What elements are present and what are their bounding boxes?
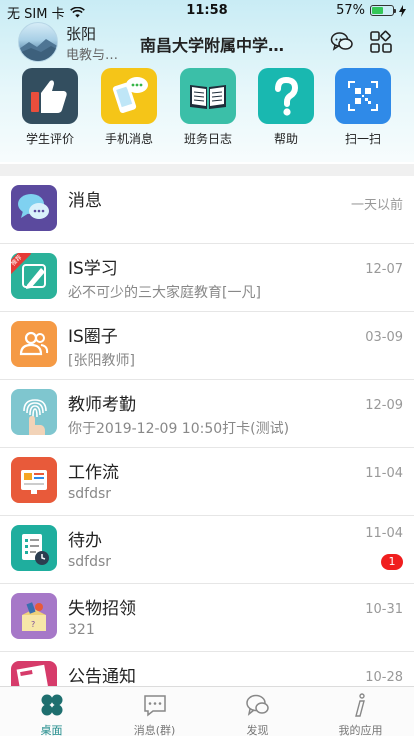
user-role: 电教与… <box>66 48 119 63</box>
list-item-messages[interactable]: 消息 一天以前 <box>0 176 414 244</box>
tab-my-apps[interactable]: 我的应用 <box>309 687 412 736</box>
discover-icon <box>246 694 269 716</box>
list-item-subtitle: sdfdsr <box>68 486 112 502</box>
quick-phone-message[interactable]: 手机消息 <box>89 68 169 147</box>
user-row: 张阳 电教与… 南昌大学附属中学… <box>0 20 414 64</box>
list-item-time: 11-04 <box>365 466 403 481</box>
lost-found-icon: ? <box>11 593 57 639</box>
list-item-is-learning[interactable]: 推荐 IS学习 必不可少的三大家庭教育[一凡] 12-07 <box>0 244 414 312</box>
battery-fill <box>372 7 384 14</box>
quick-label: 班务日志 <box>183 132 232 146</box>
message-group-icon <box>144 695 166 717</box>
chat-icon[interactable] <box>330 30 354 54</box>
list-item-title: 消息 <box>68 191 102 211</box>
battery-icon <box>370 5 396 16</box>
list-item-title: 教师考勤 <box>68 395 136 415</box>
list-item-is-circle[interactable]: IS圈子 [张阳教师] 03-09 <box>0 312 414 380</box>
list-item-subtitle: [张阳教师] <box>68 353 135 369</box>
list-item-title: IS圈子 <box>68 327 118 347</box>
status-right: 57% <box>336 3 406 18</box>
avatar-landscape-icon <box>19 39 57 61</box>
user-name[interactable]: 张阳 <box>66 23 96 44</box>
list-item-title: 工作流 <box>68 463 119 483</box>
list-item-time: 12-09 <box>365 398 403 413</box>
battery-tip <box>394 9 396 13</box>
quick-scan[interactable]: 扫一扫 <box>323 68 403 147</box>
quick-label: 帮助 <box>273 132 298 146</box>
avatar[interactable] <box>18 22 58 62</box>
desktop-icon <box>41 694 63 716</box>
qr-scan-icon <box>335 68 391 124</box>
tab-desktop[interactable]: 桌面 <box>0 687 103 736</box>
quick-class-log[interactable]: 班务日志 <box>168 68 248 147</box>
list-item-title: 失物招领 <box>68 599 136 619</box>
help-icon <box>258 68 314 124</box>
unread-badge: 1 <box>381 554 403 570</box>
quick-actions: 学生评价 手机消息 班务日志 帮助 扫一扫 <box>0 68 414 152</box>
list-item-time: 11-04 <box>365 526 403 541</box>
tab-label: 发现 <box>246 724 269 736</box>
workflow-icon <box>11 457 57 503</box>
apps-grid-icon[interactable] <box>369 30 393 54</box>
list-item-todo[interactable]: 待办 sdfdsr 11-04 1 <box>0 516 414 584</box>
list-item-title: IS学习 <box>68 259 118 279</box>
phone-message-icon <box>101 68 157 124</box>
tab-label: 消息(群) <box>133 724 176 736</box>
header: 无 SIM 卡 11:58 57% 张阳 电教与… 南昌大学附属中学… 学生评价… <box>0 0 414 162</box>
chat-bubbles-icon <box>11 185 57 231</box>
list-item-title: 公告通知 <box>68 667 136 686</box>
charging-icon <box>399 4 406 17</box>
quick-label: 学生评价 <box>25 132 74 146</box>
list-item-time: 10-28 <box>365 670 403 685</box>
list-item-announcement[interactable]: 公告通知 10-28 <box>0 652 414 686</box>
quick-help[interactable]: 帮助 <box>246 68 326 147</box>
people-icon <box>11 321 57 367</box>
my-apps-icon <box>355 693 365 717</box>
status-bar: 无 SIM 卡 11:58 57% <box>0 0 414 22</box>
list-item-time: 一天以前 <box>350 198 403 213</box>
school-name[interactable]: 南昌大学附属中学… <box>140 32 284 56</box>
battery-percent: 57% <box>336 3 365 18</box>
thumbs-up-icon <box>22 68 78 124</box>
list-item-time: 03-09 <box>365 330 403 345</box>
svg-text:?: ? <box>31 620 35 629</box>
quick-student-eval[interactable]: 学生评价 <box>10 68 90 147</box>
tab-bar: 桌面 消息(群) 发现 我的应用 <box>0 686 414 736</box>
list-item-time: 12-07 <box>365 262 403 277</box>
news-icon <box>11 661 57 686</box>
list-item-attendance[interactable]: 教师考勤 你于2019-12-09 10:50打卡(测试) 12-09 <box>0 380 414 448</box>
book-icon <box>180 68 236 124</box>
tab-label: 桌面 <box>40 724 63 736</box>
section-divider <box>0 164 414 176</box>
list-item-subtitle: 你于2019-12-09 10:50打卡(测试) <box>68 421 290 437</box>
tab-label: 我的应用 <box>338 724 383 736</box>
list-item-subtitle: 必不可少的三大家庭教育[一凡] <box>68 285 261 301</box>
quick-label: 手机消息 <box>104 132 153 146</box>
quick-label: 扫一扫 <box>344 132 381 146</box>
todo-icon <box>11 525 57 571</box>
pencil-icon: 推荐 <box>11 253 57 299</box>
list-item-subtitle: sdfdsr <box>68 554 112 570</box>
fingerprint-icon <box>11 389 57 435</box>
list-item-lost-found[interactable]: ? 失物招领 321 10-31 <box>0 584 414 652</box>
list-item-time: 10-31 <box>365 602 403 617</box>
tab-discover[interactable]: 发现 <box>206 687 309 736</box>
list-item-title: 待办 <box>68 531 102 551</box>
tab-message-group[interactable]: 消息(群) <box>103 687 206 736</box>
list-item-subtitle: 321 <box>68 622 95 638</box>
list-item-workflow[interactable]: 工作流 sdfdsr 11-04 <box>0 448 414 516</box>
message-list: 消息 一天以前 推荐 IS学习 必不可少的三大家庭教育[一凡] 12-07 IS… <box>0 176 414 686</box>
